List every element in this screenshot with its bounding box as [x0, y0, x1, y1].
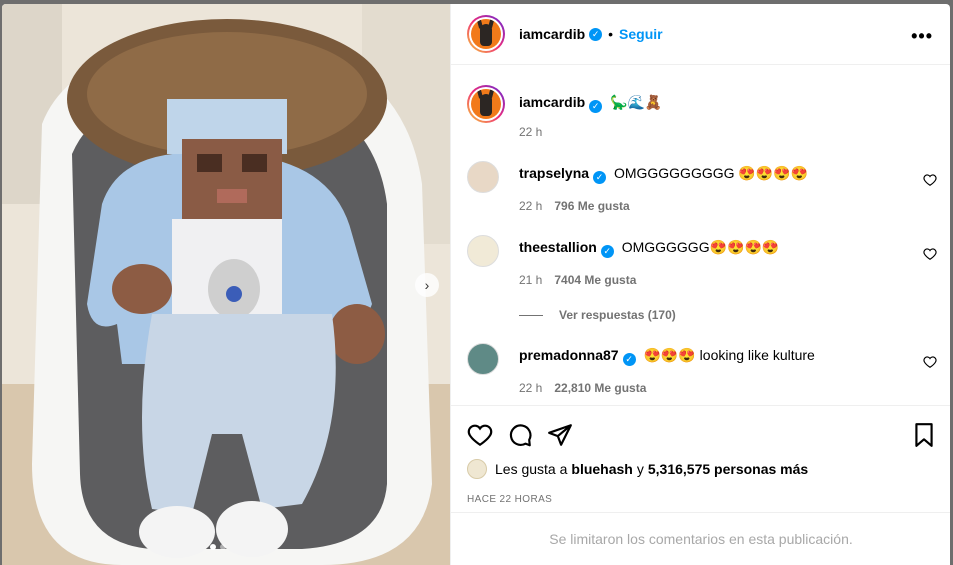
chevron-right-icon: › [424, 277, 430, 293]
bookmark-icon[interactable] [911, 422, 937, 448]
post-header: iamcardib ✓ • Seguir ••• [451, 4, 950, 65]
comment-heart-icon[interactable] [923, 355, 937, 369]
comment-icon[interactable] [507, 422, 533, 448]
heart-icon[interactable] [467, 422, 493, 448]
comment-heart-icon[interactable] [923, 247, 937, 261]
caption-row: iamcardib ✓ 🦕🌊🧸 22 h [467, 85, 937, 145]
caption-text: 🦕🌊🧸 [610, 94, 663, 110]
action-bar [451, 405, 950, 463]
photo-illustration [2, 4, 450, 565]
separator-dot: • [608, 26, 614, 42]
carousel-dot [210, 544, 216, 550]
comment-avatar[interactable] [467, 161, 499, 193]
share-icon[interactable] [547, 422, 573, 448]
likes-summary: Les gusta a bluehash y 5,316,575 persona… [467, 459, 808, 479]
comment-text: 😍😍😍 looking like kulture [643, 347, 815, 363]
liker-username[interactable]: bluehash [571, 461, 632, 477]
author-avatar[interactable] [467, 15, 505, 53]
comment-row: theestallion ✓ OMGGGGGG😍😍😍😍 21 h 7404 Me g… [467, 235, 937, 295]
view-replies-label: Ver respuestas (170) [559, 308, 676, 322]
post-modal: › iamcardib ✓ • Seguir ••• iamcardib ✓ 🦕… [2, 4, 950, 565]
next-photo-button[interactable]: › [415, 273, 439, 297]
comments-list: iamcardib ✓ 🦕🌊🧸 22 h trapselyna ✓ OMGGGGGG… [451, 65, 950, 405]
comment-likes[interactable]: 796 Me gusta [554, 199, 629, 213]
carousel-dot [220, 544, 226, 550]
author-avatar[interactable] [467, 85, 505, 123]
verified-badge-icon: ✓ [589, 27, 603, 41]
comment-likes[interactable]: 22,810 Me gusta [554, 381, 646, 395]
carousel-dots [210, 544, 226, 550]
post-timestamp[interactable]: HACE 22 HORAS [467, 494, 552, 505]
comment-username[interactable]: premadonna87 [519, 347, 619, 363]
post-side-panel: iamcardib ✓ • Seguir ••• iamcardib ✓ 🦕🌊🧸 … [450, 4, 950, 565]
comment-avatar[interactable] [467, 235, 499, 267]
more-options-icon[interactable]: ••• [911, 26, 933, 47]
caption-username[interactable]: iamcardib [519, 94, 585, 110]
comment-text: OMGGGGGGGGG 😍😍😍😍 [613, 165, 809, 181]
comments-limited-notice: Se limitaron los comentarios en esta pub… [451, 512, 950, 565]
comment-username[interactable]: theestallion [519, 239, 597, 255]
verified-badge-icon: ✓ [589, 100, 603, 113]
verified-badge-icon: ✓ [600, 245, 614, 258]
caption-time: 22 h [519, 125, 543, 139]
comment-time: 21 h [519, 273, 543, 287]
comment-time: 22 h [519, 381, 543, 395]
likes-prefix: Les gusta a [495, 461, 568, 477]
verified-badge-icon: ✓ [622, 353, 636, 366]
post-photo: › [2, 4, 450, 565]
comment-heart-icon[interactable] [923, 173, 937, 187]
comment-row: trapselyna ✓ OMGGGGGGGGG 😍😍😍😍 22 h 796 Me … [467, 161, 937, 221]
view-replies-button[interactable]: Ver respuestas (170) [519, 308, 676, 322]
follow-button[interactable]: Seguir [619, 26, 663, 42]
comment-likes[interactable]: 7404 Me gusta [554, 273, 636, 287]
likes-connector: y [636, 461, 644, 477]
comment-row: premadonna87 ✓ 😍😍😍 looking like kulture 2… [467, 343, 937, 403]
comment-time: 22 h [519, 199, 543, 213]
author-username[interactable]: iamcardib [519, 26, 585, 42]
app-backdrop: › iamcardib ✓ • Seguir ••• iamcardib ✓ 🦕… [0, 0, 953, 565]
comment-avatar[interactable] [467, 343, 499, 375]
comment-text: OMGGGGGG😍😍😍😍 [621, 239, 780, 255]
verified-badge-icon: ✓ [593, 171, 607, 184]
liker-avatar[interactable] [467, 459, 487, 479]
comment-username[interactable]: trapselyna [519, 165, 589, 181]
likes-count[interactable]: 5,316,575 personas más [648, 461, 808, 477]
replies-line [519, 314, 543, 316]
